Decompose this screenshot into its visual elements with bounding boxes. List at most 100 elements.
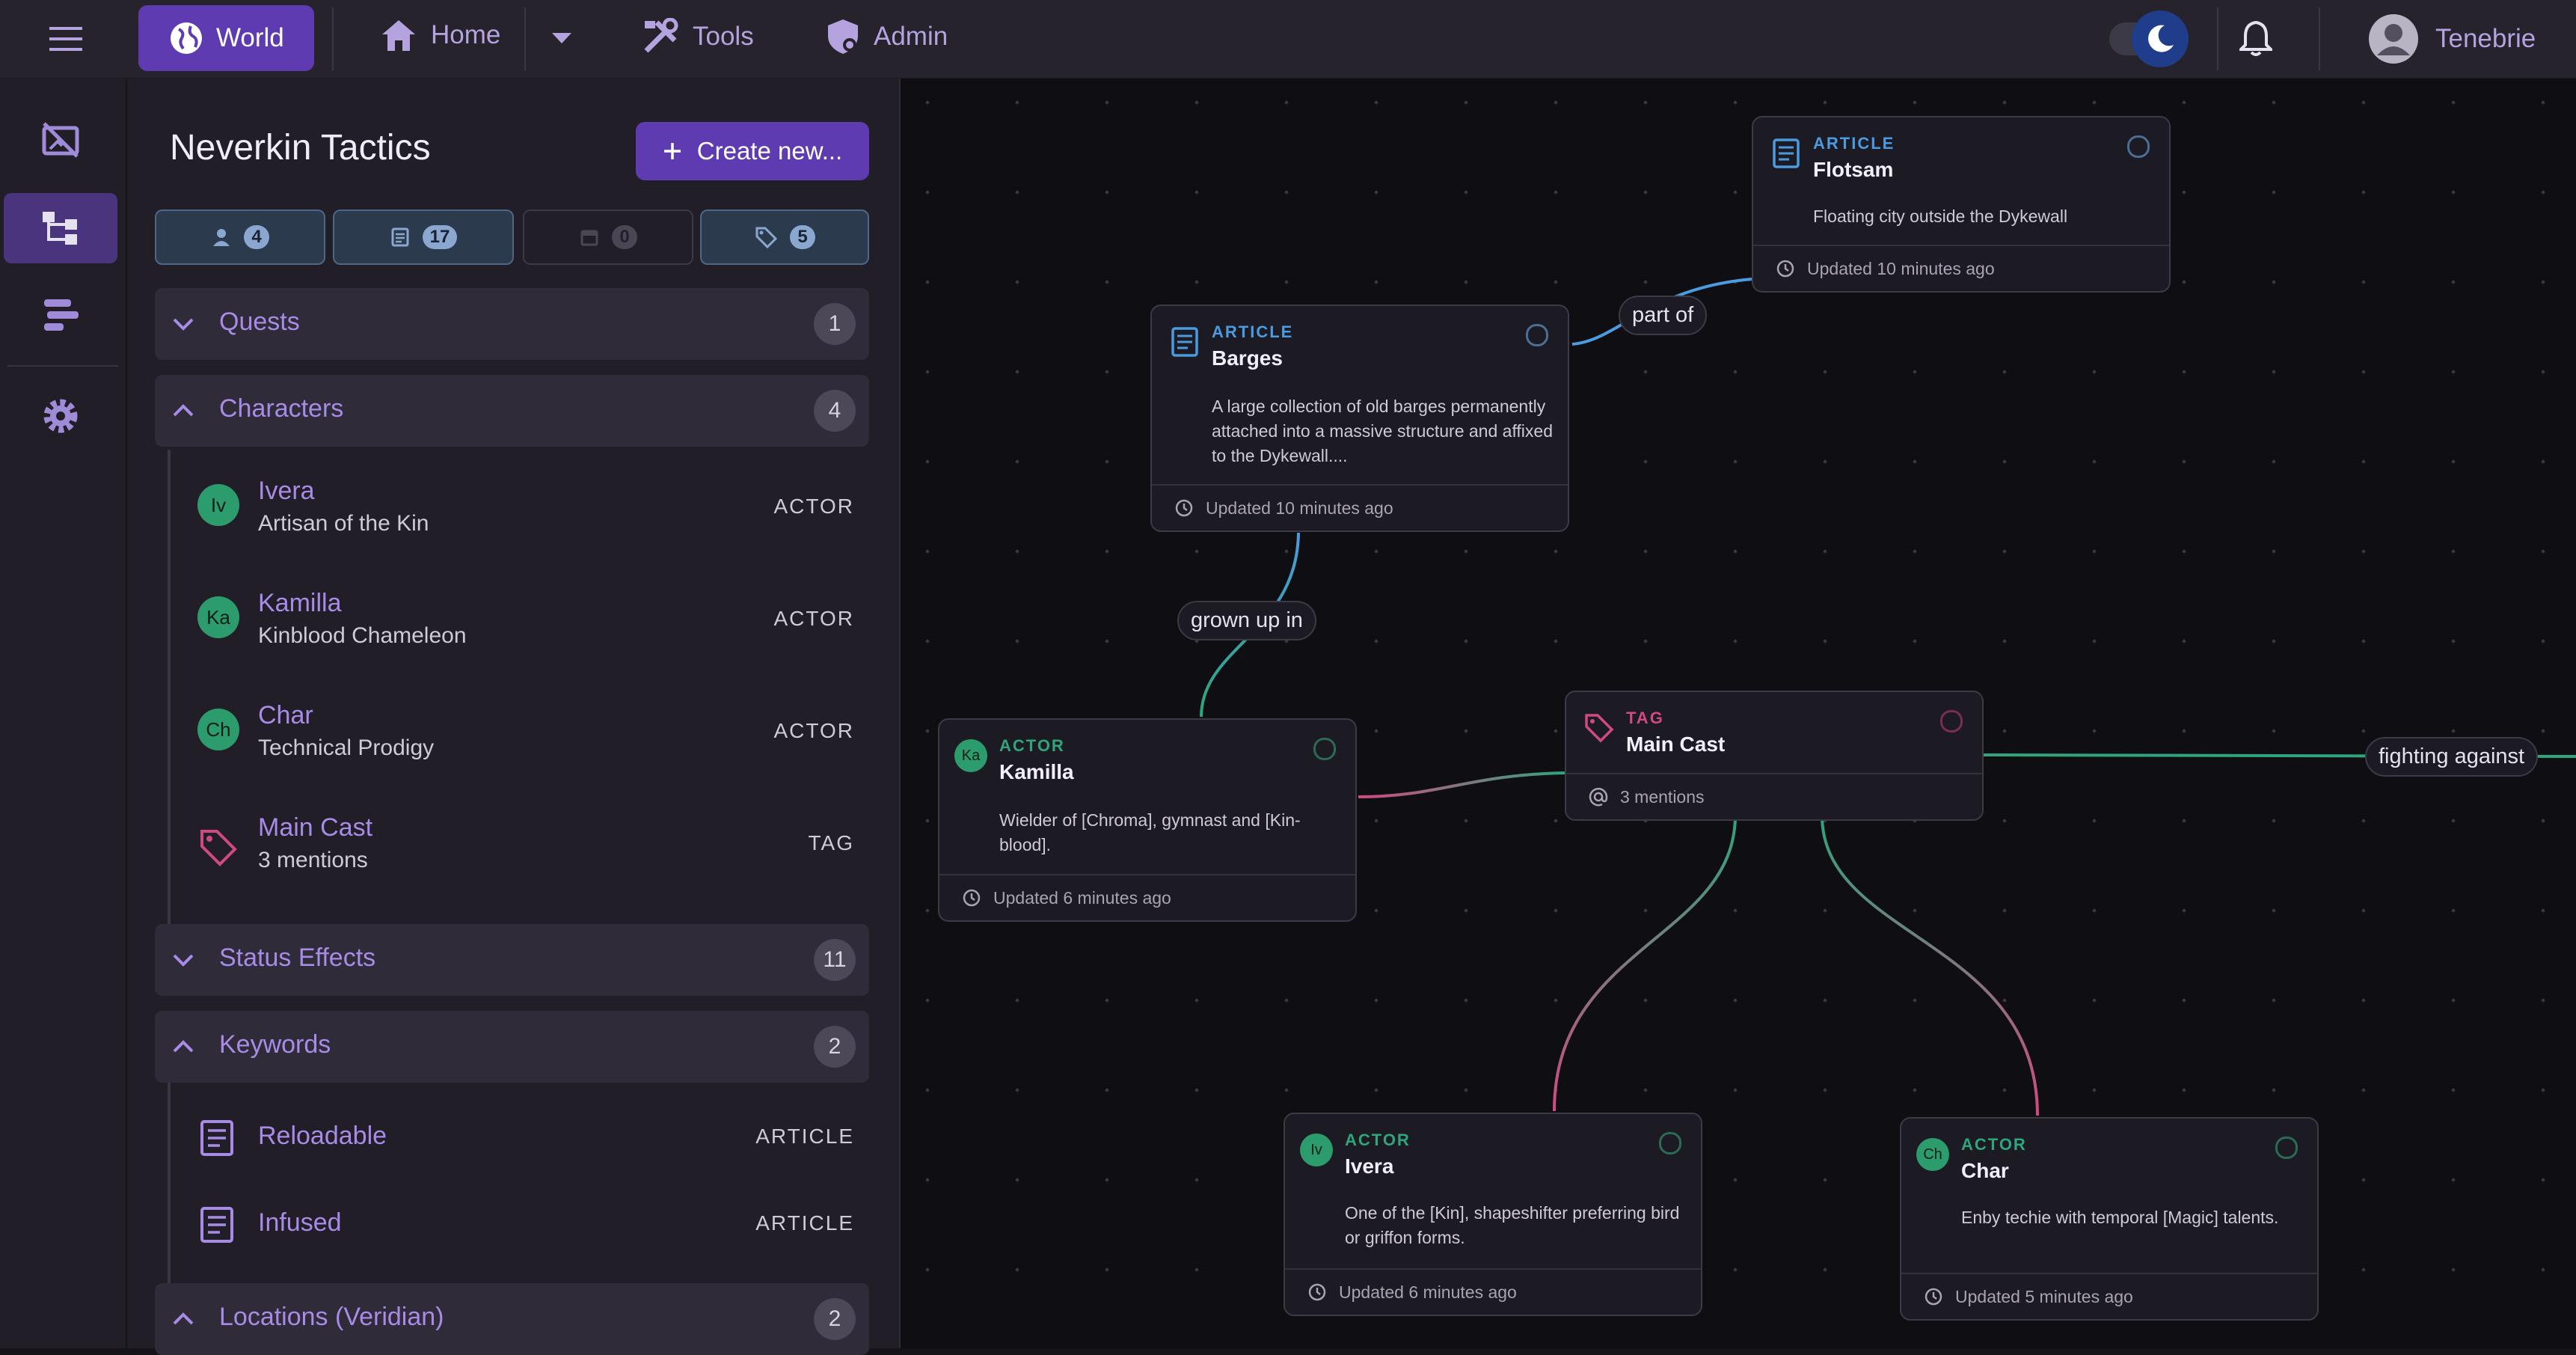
node-description: Floating city outside the Dykewall	[1813, 207, 2068, 226]
select-indicator[interactable]	[1313, 738, 1336, 760]
moon-icon	[2148, 25, 2174, 52]
item-type: ACTOR	[773, 495, 854, 518]
list-item-infused[interactable]: Infused ARTICLE	[172, 1187, 869, 1262]
filter-tags[interactable]: 5	[700, 209, 869, 265]
edge-label-grown-up-in[interactable]: grown up in	[1177, 601, 1316, 640]
timeline-icon	[44, 299, 79, 331]
gear-icon	[43, 399, 78, 433]
section-locations[interactable]: Locations (Veridian) 2	[155, 1283, 869, 1355]
theme-toggle[interactable]	[2132, 10, 2189, 67]
divider	[2217, 7, 2218, 70]
rail-settings-button[interactable]	[4, 381, 117, 451]
list-item-reloadable[interactable]: Reloadable ARTICLE	[172, 1101, 869, 1175]
article-icon	[200, 1120, 233, 1156]
filter-count: 5	[790, 225, 815, 249]
navigation-rail	[0, 79, 126, 1348]
rail-world-graph-button[interactable]	[4, 193, 117, 263]
history-icon	[1175, 499, 1193, 517]
list-item-kamilla[interactable]: Ka Kamilla Kinblood Chameleon ACTOR	[172, 580, 869, 677]
edge-label-part-of[interactable]: part of	[1619, 296, 1708, 335]
tools-button[interactable]: Tools	[642, 18, 754, 55]
rail-timeline-button[interactable]	[4, 281, 117, 351]
history-icon	[1925, 1288, 1942, 1306]
node-main-cast[interactable]: TAG Main Cast 3 mentions	[1565, 691, 1984, 821]
node-footer: Updated 10 minutes ago	[1753, 245, 2169, 291]
node-flotsam[interactable]: ARTICLE Flotsam Floating city outside th…	[1752, 116, 2171, 293]
item-name: Infused	[258, 1208, 342, 1237]
plus-icon	[663, 143, 681, 159]
notifications-button[interactable]	[2239, 19, 2272, 57]
create-new-button[interactable]: Create new...	[636, 122, 869, 180]
world-graph-canvas[interactable]: part of grown up in fighting against ART…	[901, 79, 2576, 1348]
select-indicator[interactable]	[1940, 710, 1963, 732]
node-type: ACTOR	[1961, 1135, 2027, 1154]
node-title: Barges	[1212, 346, 1283, 370]
chevron-up-icon	[173, 1312, 194, 1325]
user-menu[interactable]: Tenebrie	[2368, 13, 2536, 64]
node-description: Wielder of [Chroma], gymnast and [Kin-bl…	[999, 810, 1301, 854]
edge-kamilla-maincast	[1358, 771, 1567, 798]
section-label: Status Effects	[219, 943, 376, 972]
create-new-label: Create new...	[696, 137, 843, 165]
node-footer: Updated 10 minutes ago	[1152, 484, 1568, 530]
select-indicator[interactable]	[2275, 1137, 2298, 1159]
item-name: Main Cast	[258, 813, 373, 842]
node-kamilla[interactable]: Ka ACTOR Kamilla Wielder of [Chroma], gy…	[938, 718, 1357, 922]
admin-button[interactable]: Admin	[826, 18, 948, 55]
home-dropdown-button[interactable]	[551, 31, 573, 45]
node-footer: Updated 6 minutes ago	[939, 874, 1355, 920]
hamburger-icon	[49, 27, 82, 51]
node-title: Ivera	[1345, 1154, 1394, 1178]
home-button[interactable]: Home	[380, 18, 500, 52]
node-description: A large collection of old barges permane…	[1212, 397, 1554, 465]
node-title: Main Cast	[1626, 732, 1726, 756]
select-indicator[interactable]	[2127, 135, 2150, 158]
section-label: Characters	[219, 394, 344, 423]
filter-actors[interactable]: 4	[155, 209, 325, 265]
menu-button[interactable]	[48, 22, 84, 55]
filter-articles[interactable]: 17	[333, 209, 514, 265]
item-subtitle: Technical Prodigy	[258, 735, 435, 760]
node-footer: Updated 6 minutes ago	[1285, 1268, 1701, 1315]
section-keywords[interactable]: Keywords 2	[155, 1011, 869, 1083]
item-type: ARTICLE	[755, 1125, 854, 1148]
select-indicator[interactable]	[1526, 324, 1548, 346]
section-count: 11	[814, 939, 856, 981]
updated-text: Updated 6 minutes ago	[1339, 1282, 1517, 1302]
section-quests[interactable]: Quests 1	[155, 288, 869, 360]
item-name: Reloadable	[258, 1122, 387, 1150]
rail-scenes-button[interactable]	[4, 105, 117, 175]
node-char[interactable]: Ch ACTOR Char Enby techie with temporal …	[1900, 1117, 2319, 1321]
world-button[interactable]: World	[138, 5, 314, 71]
chevron-up-icon	[173, 404, 194, 417]
username: Tenebrie	[2435, 24, 2536, 53]
edge-label-fighting-against[interactable]: fighting against	[2365, 737, 2539, 777]
filter-events[interactable]: 0	[523, 209, 693, 265]
node-footer: 3 mentions	[1566, 773, 1982, 819]
list-item-main-cast[interactable]: Main Cast 3 mentions TAG	[172, 804, 869, 902]
project-title: Neverkin Tactics	[170, 128, 431, 168]
node-ivera[interactable]: Iv ACTOR Ivera One of the [Kin], shapesh…	[1284, 1113, 1702, 1316]
avatar-icon	[2369, 14, 2418, 64]
item-type: ACTOR	[773, 719, 854, 742]
section-status-effects[interactable]: Status Effects 11	[155, 924, 869, 996]
list-item-char[interactable]: Ch Char Technical Prodigy ACTOR	[172, 692, 869, 789]
chevron-up-icon	[173, 1040, 194, 1053]
section-label: Quests	[219, 308, 300, 336]
item-subtitle: 3 mentions	[258, 848, 368, 872]
history-icon	[963, 889, 981, 907]
list-item-ivera[interactable]: Iv Ivera Artisan of the Kin ACTOR	[172, 468, 869, 565]
article-icon	[1171, 327, 1198, 357]
item-subtitle: Kinblood Chameleon	[258, 623, 467, 648]
item-name: Ivera	[258, 477, 315, 505]
node-type: ARTICLE	[1813, 134, 1895, 153]
item-type: ARTICLE	[755, 1211, 854, 1235]
section-characters[interactable]: Characters 4	[155, 375, 869, 447]
node-barges[interactable]: ARTICLE Barges A large collection of old…	[1150, 305, 1569, 532]
shield-icon	[828, 19, 858, 54]
section-count: 1	[814, 303, 856, 345]
home-label: Home	[431, 20, 501, 49]
tools-label: Tools	[693, 22, 754, 51]
avatar: Ch	[197, 709, 239, 750]
select-indicator[interactable]	[1659, 1132, 1681, 1154]
